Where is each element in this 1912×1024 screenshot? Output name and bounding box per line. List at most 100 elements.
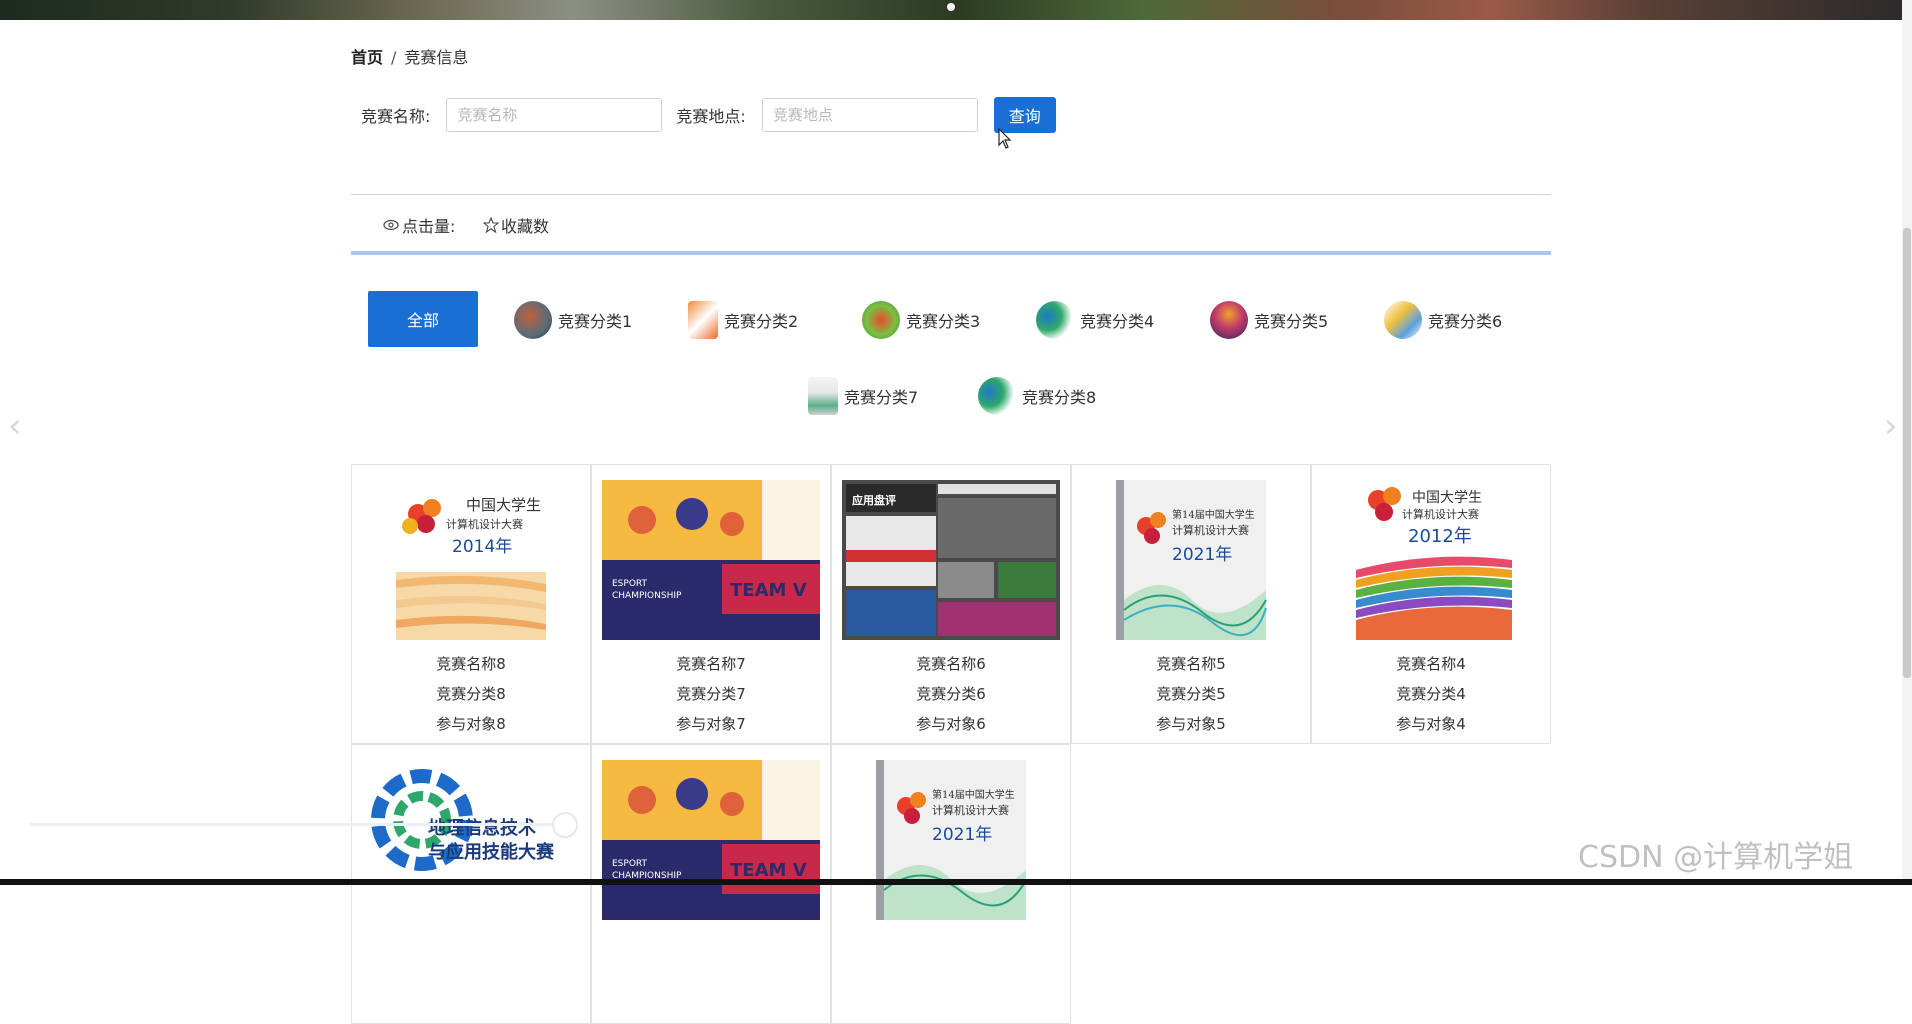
cover-year: 2021年 [1172, 545, 1232, 565]
competition-audience: 参与对象5 [1156, 715, 1226, 733]
competition-cover-image: 中国大学生 计算机设计大赛 2012年 [1356, 480, 1512, 640]
cover-year: 2021年 [932, 825, 992, 845]
competition-name: 竞赛名称7 [676, 655, 746, 673]
category-label: 竞赛分类6 [1428, 312, 1503, 331]
carousel-next-icon[interactable]: › [1884, 406, 1898, 446]
cover-year: TEAM V [730, 580, 807, 601]
competition-category: 竞赛分类6 [916, 685, 986, 703]
carousel-dot[interactable] [947, 3, 955, 11]
cover-title: 中国大学生 [1412, 490, 1482, 506]
category-item-6[interactable]: 竞赛分类6 [1384, 300, 1502, 340]
cover-subtitle: 与应用技能大赛 [428, 841, 555, 863]
category-thumbnail [808, 377, 838, 415]
competition-cover-image: 应用盘评 [842, 480, 1060, 640]
watermark: CSDN @计算机学姐 [1578, 840, 1854, 875]
star-icon [483, 217, 499, 233]
cover-title: 第14届中国大学生 [932, 788, 1015, 801]
category-label: 竞赛分类3 [906, 312, 981, 331]
competition-card[interactable]: 第14届中国大学生 计算机设计大赛 2021年 竞赛名称5 竞赛分类5 参与对象… [1071, 464, 1311, 744]
page-scrollbar[interactable] [1902, 0, 1912, 885]
scrollbar-thumb[interactable] [1903, 228, 1911, 678]
competition-category: 竞赛分类5 [1156, 685, 1226, 703]
competition-name: 竞赛名称5 [1156, 655, 1226, 673]
category-label: 竞赛分类7 [844, 388, 919, 407]
cover-title: ESPORT [612, 579, 648, 589]
category-label: 竞赛分类5 [1254, 312, 1329, 331]
cover-year: 2012年 [1408, 526, 1472, 547]
competition-cover-image: 第14届中国大学生 计算机设计大赛 2021年 [1116, 480, 1267, 640]
category-thumbnail [1384, 301, 1422, 339]
cover-subtitle: 计算机设计大赛 [1172, 523, 1249, 537]
competition-audience: 参与对象4 [1396, 715, 1466, 733]
carousel-prev-icon[interactable]: ‹ [8, 406, 22, 446]
category-item-7[interactable]: 竞赛分类7 [808, 376, 918, 416]
bottom-edge-bar [0, 879, 1912, 885]
category-item-3[interactable]: 竞赛分类3 [862, 300, 980, 340]
competition-cover-image: 地理信息技术 与应用技能大赛 [371, 769, 555, 871]
progress-knob[interactable] [552, 812, 578, 838]
category-item-4[interactable]: 竞赛分类4 [1036, 300, 1154, 340]
breadcrumb: 首页 / 竞赛信息 [351, 44, 468, 68]
sort-by-clicks[interactable]: 点击量: [383, 213, 455, 237]
breadcrumb-home[interactable]: 首页 [351, 48, 383, 67]
competition-audience: 参与对象6 [916, 715, 986, 733]
cover-title: 第14届中国大学生 [1172, 508, 1255, 521]
cover-year: 2014年 [452, 537, 512, 557]
search-form: 竞赛名称: 竞赛地点: 查询 [361, 96, 1056, 134]
competition-card[interactable]: ESPORT CHAMPIONSHIP TEAM V 竞赛名称7 竞赛分类7 参… [591, 464, 831, 744]
competition-cover-image: 中国大学生 计算机设计大赛 2014年 [396, 480, 546, 640]
cover-subtitle: 计算机设计大赛 [1402, 507, 1479, 521]
competition-card[interactable]: 中国大学生 计算机设计大赛 2014年 竞赛名称8 竞赛分类8 参与对象8 [351, 464, 591, 744]
competition-category: 竞赛分类4 [1396, 685, 1466, 703]
category-label: 竞赛分类4 [1080, 312, 1155, 331]
sort-by-favorites[interactable]: 收藏数 [483, 213, 549, 237]
competition-location-label: 竞赛地点: [676, 107, 746, 126]
breadcrumb-current: 竞赛信息 [404, 48, 469, 67]
category-all-button[interactable]: 全部 [368, 291, 478, 347]
category-thumbnail [688, 301, 718, 339]
competition-card[interactable]: 应用盘评 竞赛名称6 竞赛分类6 参与对象6 [831, 464, 1071, 744]
category-item-1[interactable]: 竞赛分类1 [514, 300, 632, 340]
category-thumbnail [1036, 301, 1074, 339]
mouse-cursor-icon [998, 128, 1012, 149]
competition-audience: 参与对象8 [436, 715, 506, 733]
cover-title: 地理信息技术 [428, 817, 536, 839]
category-thumbnail [514, 301, 552, 339]
cover-title: ESPORT [612, 859, 648, 869]
competition-name: 竞赛名称8 [436, 655, 506, 673]
cover-subtitle: 计算机设计大赛 [446, 517, 523, 531]
favorites-label: 收藏数 [501, 217, 550, 236]
category-thumbnail [1210, 301, 1248, 339]
category-label: 竞赛分类2 [724, 312, 799, 331]
cover-subtitle: 计算机设计大赛 [932, 803, 1009, 817]
competition-cover-image: ESPORT CHAMPIONSHIP TEAM V [602, 760, 820, 920]
competition-name-label: 竞赛名称: [361, 107, 431, 126]
clicks-label: 点击量: [402, 217, 456, 236]
category-thumbnail [978, 377, 1016, 415]
cover-title: 应用盘评 [852, 493, 896, 507]
competition-cover-image: ESPORT CHAMPIONSHIP TEAM V [602, 480, 820, 640]
competition-name: 竞赛名称4 [1396, 655, 1466, 673]
cover-year: TEAM V [730, 860, 807, 881]
competition-category: 竞赛分类8 [436, 685, 506, 703]
competition-card[interactable]: 中国大学生 计算机设计大赛 2012年 竞赛名称4 竞赛分类4 参与对象4 [1311, 464, 1551, 744]
category-item-8[interactable]: 竞赛分类8 [978, 376, 1096, 416]
eye-icon [383, 219, 399, 231]
music-player-progress [30, 823, 570, 826]
breadcrumb-separator: / [391, 48, 397, 67]
competition-category: 竞赛分类7 [676, 685, 746, 703]
competition-audience: 参与对象7 [676, 715, 746, 733]
competition-cover-image: 第14届中国大学生 计算机设计大赛 2021年 [876, 760, 1027, 920]
category-item-5[interactable]: 竞赛分类5 [1210, 300, 1328, 340]
competition-name-input[interactable] [446, 98, 663, 132]
category-thumbnail [862, 301, 900, 339]
sort-stats-bar: 点击量: 收藏数 [351, 194, 1551, 255]
top-banner-image [0, 0, 1912, 20]
cover-subtitle: CHAMPIONSHIP [612, 591, 682, 601]
category-label: 竞赛分类1 [558, 312, 633, 331]
category-label: 竞赛分类8 [1022, 388, 1097, 407]
cover-title: 中国大学生 [466, 496, 541, 514]
competition-location-input[interactable] [761, 98, 978, 132]
category-item-2[interactable]: 竞赛分类2 [688, 300, 798, 340]
competition-name: 竞赛名称6 [916, 655, 986, 673]
